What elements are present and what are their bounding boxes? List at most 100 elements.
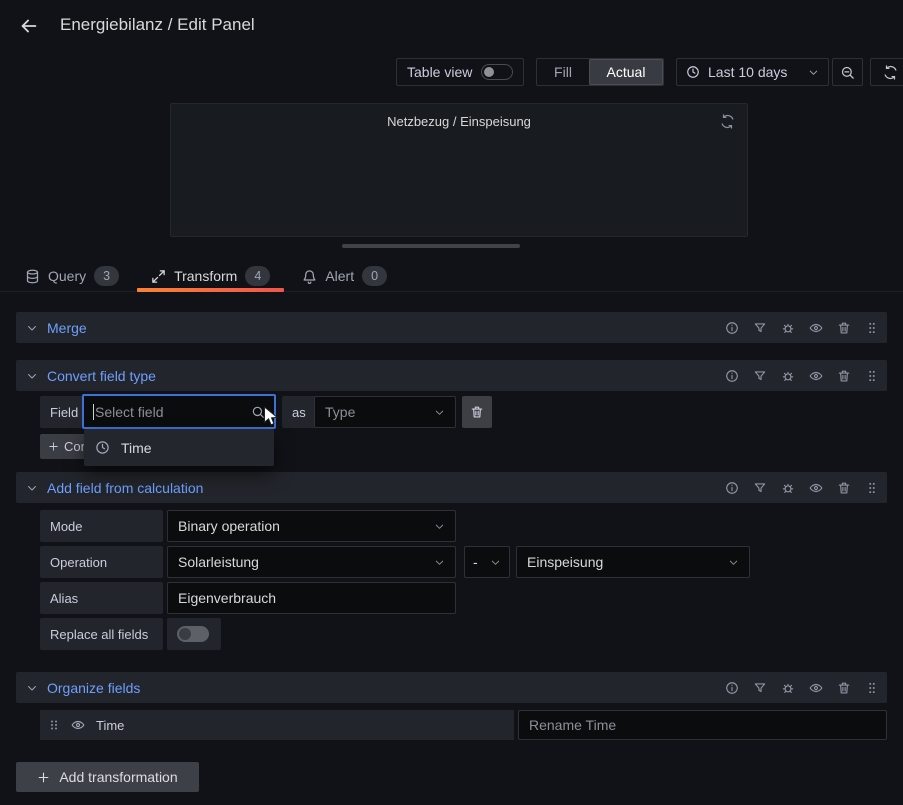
left-operand-value: Solarleistung [178, 554, 259, 570]
display-mode-fill[interactable]: Fill [537, 59, 589, 85]
transform-actions [725, 681, 879, 695]
pane-resize-handle[interactable] [342, 244, 520, 248]
filter-icon[interactable] [753, 369, 767, 383]
field-label: Field [40, 396, 88, 428]
organize-field-row: Time [40, 710, 514, 740]
transform-actions [725, 481, 879, 495]
debug-icon[interactable] [781, 321, 795, 335]
eye-icon[interactable] [809, 481, 823, 495]
tab-label: Transform [174, 268, 237, 284]
dropdown-option-time[interactable]: Time [84, 429, 274, 466]
dropdown-option-label: Time [121, 440, 152, 456]
mode-select-value: Binary operation [178, 518, 280, 534]
add-conversion-button[interactable]: Con [40, 434, 86, 459]
field-select-placeholder: Select field [95, 404, 163, 420]
replace-all-fields-toggle[interactable] [167, 618, 221, 650]
transform-header-organize-fields[interactable]: Organize fields [16, 672, 887, 703]
type-select[interactable]: Type [314, 396, 456, 428]
plus-icon [48, 441, 59, 452]
chevron-down-icon [434, 521, 445, 532]
transform-title: Organize fields [47, 680, 140, 696]
debug-icon[interactable] [781, 681, 795, 695]
time-zoom-out-button[interactable] [832, 58, 863, 86]
eye-icon[interactable] [809, 321, 823, 335]
chevron-down-icon[interactable] [26, 682, 38, 694]
drag-handle-icon[interactable] [48, 718, 60, 732]
info-icon[interactable] [725, 681, 739, 695]
table-view-switch[interactable] [481, 64, 513, 80]
time-range-picker[interactable]: Last 10 days [676, 58, 829, 86]
info-icon[interactable] [725, 369, 739, 383]
drag-handle-icon[interactable] [865, 321, 879, 335]
add-transformation-label: Add transformation [59, 769, 177, 785]
filter-icon[interactable] [753, 681, 767, 695]
chevron-down-icon[interactable] [26, 482, 38, 494]
bell-icon [302, 269, 317, 284]
refresh-icon [883, 65, 898, 80]
field-name: Time [96, 718, 124, 733]
trash-icon[interactable] [837, 681, 851, 695]
time-range-label: Last 10 days [708, 64, 787, 80]
chevron-down-icon [434, 407, 445, 418]
tab-transform[interactable]: Transform 4 [151, 261, 270, 291]
clock-icon [95, 440, 110, 455]
filter-icon[interactable] [753, 481, 767, 495]
transform-actions [725, 369, 879, 383]
text-caret [93, 404, 94, 420]
operator-select[interactable]: - [464, 546, 510, 578]
as-label: as [282, 396, 316, 428]
chevron-down-icon[interactable] [26, 322, 38, 334]
alias-input[interactable] [167, 582, 456, 614]
tab-query[interactable]: Query 3 [25, 261, 119, 291]
add-transformation-button[interactable]: Add transformation [16, 762, 199, 792]
refresh-button[interactable] [870, 58, 903, 86]
chevron-down-icon[interactable] [26, 370, 38, 382]
trash-icon[interactable] [837, 481, 851, 495]
right-operand-value: Einspeisung [527, 554, 603, 570]
clock-icon [686, 65, 700, 79]
operator-value: - [473, 554, 478, 570]
tab-label: Alert [325, 268, 354, 284]
drag-handle-icon[interactable] [865, 681, 879, 695]
tab-badge: 3 [94, 266, 119, 286]
drag-handle-icon[interactable] [865, 369, 879, 383]
debug-icon[interactable] [781, 369, 795, 383]
eye-icon[interactable] [809, 681, 823, 695]
transform-header-convert-field-type[interactable]: Convert field type [16, 360, 887, 391]
display-mode-actual[interactable]: Actual [589, 59, 663, 85]
loading-spinner-icon [720, 114, 735, 129]
operation-label: Operation [40, 546, 163, 578]
field-select-combobox[interactable]: Select field [82, 394, 276, 429]
replace-all-fields-label: Replace all fields [40, 618, 163, 650]
process-icon [151, 269, 166, 284]
transform-actions [725, 321, 879, 335]
alias-label: Alias [40, 582, 163, 614]
field-visibility-eye-icon[interactable] [71, 718, 85, 732]
filter-icon[interactable] [753, 321, 767, 335]
trash-icon [470, 405, 484, 419]
tab-alert[interactable]: Alert 0 [302, 261, 387, 291]
chevron-down-icon [728, 557, 739, 568]
mode-select[interactable]: Binary operation [167, 510, 456, 542]
debug-icon[interactable] [781, 481, 795, 495]
transform-header-add-field-from-calculation[interactable]: Add field from calculation [16, 472, 887, 503]
add-conversion-label: Con [64, 439, 86, 454]
tab-label: Query [48, 268, 86, 284]
toggle-switch[interactable] [177, 626, 209, 642]
trash-icon[interactable] [837, 321, 851, 335]
drag-handle-icon[interactable] [865, 481, 879, 495]
arrow-left-icon [18, 15, 40, 37]
type-select-placeholder: Type [325, 404, 355, 420]
right-operand-select[interactable]: Einspeisung [516, 546, 750, 578]
left-operand-select[interactable]: Solarleistung [167, 546, 456, 578]
rename-field-input[interactable] [518, 710, 887, 740]
trash-icon[interactable] [837, 369, 851, 383]
info-icon[interactable] [725, 481, 739, 495]
table-view-toggle[interactable]: Table view [396, 58, 524, 86]
remove-conversion-button[interactable] [462, 396, 492, 428]
eye-icon[interactable] [809, 369, 823, 383]
transform-header-merge[interactable]: Merge [16, 312, 887, 343]
search-minus-icon [840, 65, 855, 80]
back-button[interactable] [16, 13, 42, 39]
info-icon[interactable] [725, 321, 739, 335]
